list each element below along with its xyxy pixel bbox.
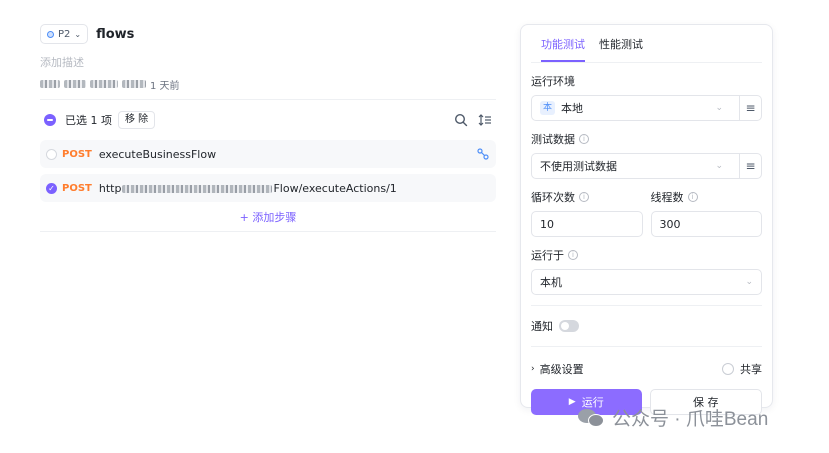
- menu-icon[interactable]: ≡: [739, 153, 761, 179]
- env-row: 本 本地 ⌄ ≡: [531, 95, 762, 121]
- runat-label: 运行于 i: [531, 247, 762, 263]
- step-url-suffix: Flow/executeActions/1: [273, 181, 397, 195]
- search-icon[interactable]: [454, 113, 468, 127]
- priority-dot-icon: [47, 30, 54, 38]
- updated-time: 1 天前: [150, 80, 180, 92]
- info-icon: i: [568, 250, 578, 260]
- play-icon: ▶: [568, 397, 576, 407]
- testdata-menu-wrapper: ≡: [731, 153, 762, 179]
- link-icon[interactable]: [476, 147, 490, 161]
- runat-label-text: 运行于: [531, 249, 564, 262]
- thread-group: 线程数 i 300: [650, 189, 763, 237]
- divider: [531, 305, 762, 306]
- chevron-down-icon: ⌄: [745, 277, 753, 287]
- loop-label-text: 循环次数: [531, 191, 575, 204]
- priority-select[interactable]: P2 ⌄: [40, 24, 89, 44]
- threads-label-text: 线程数: [650, 191, 684, 204]
- share-option[interactable]: 共享: [722, 361, 762, 377]
- tab-functional-test[interactable]: 功能测试: [541, 36, 585, 62]
- threads-input[interactable]: 300: [650, 211, 762, 237]
- runat-value: 本机: [540, 276, 562, 289]
- testdata-label-text: 测试数据: [531, 133, 575, 146]
- wechat-icon: [578, 407, 606, 429]
- toolbar-actions: [454, 113, 492, 127]
- loop-count-input[interactable]: 10: [531, 211, 643, 237]
- step-checked-icon[interactable]: ✓: [46, 182, 57, 194]
- env-label-text: 运行环境: [531, 75, 575, 88]
- testdata-row: 不使用测试数据 ⌄ ≡: [531, 153, 762, 179]
- blurred-url: [122, 184, 273, 193]
- divider: [531, 346, 762, 347]
- loop-label: 循环次数 i: [531, 189, 643, 205]
- flow-meta: 1 天前: [40, 76, 496, 92]
- selection-count: 已选 1 项: [65, 114, 112, 127]
- description-field[interactable]: 添加描述: [40, 54, 496, 70]
- blurred-text: [122, 80, 146, 88]
- flow-editor: P2 ⌄ flows 添加描述 1 天前 已选 1 项 移 除 POST exe…: [40, 22, 496, 232]
- runat-select[interactable]: 本机 ⌄: [531, 269, 762, 295]
- run-settings-panel: 功能测试 性能测试 运行环境 本 本地 ⌄ ≡ 测试数据 i 不使用测试数据 ⌄…: [520, 24, 773, 415]
- testdata-select[interactable]: 不使用测试数据 ⌄: [531, 153, 731, 179]
- chevron-down-icon: ⌄: [74, 29, 82, 39]
- menu-icon[interactable]: ≡: [739, 95, 761, 121]
- http-method: POST: [62, 148, 92, 160]
- divider: [40, 99, 496, 100]
- threads-label: 线程数 i: [651, 189, 763, 205]
- blurred-text: [90, 80, 118, 88]
- env-badge: 本: [540, 101, 556, 115]
- add-step-button[interactable]: + 添加步骤: [40, 202, 496, 232]
- testdata-label: 测试数据 i: [531, 131, 762, 147]
- step-row[interactable]: ✓ POST http Flow/executeActions/1: [40, 174, 496, 202]
- info-icon: i: [687, 192, 698, 202]
- chevron-down-icon: ⌄: [715, 161, 723, 171]
- deselect-all-checkbox[interactable]: [44, 114, 56, 126]
- step-url-prefix: http: [98, 181, 122, 195]
- panel-tabs: 功能测试 性能测试: [531, 25, 762, 63]
- loop-group: 循环次数 i 10: [531, 189, 643, 237]
- info-icon: i: [579, 134, 589, 144]
- env-menu-wrapper: ≡: [731, 95, 762, 121]
- chevron-right-icon[interactable]: ›: [531, 364, 535, 374]
- notify-toggle[interactable]: [559, 320, 579, 332]
- env-value: 本地: [561, 102, 584, 115]
- env-label: 运行环境: [531, 73, 762, 89]
- share-label: 共享: [740, 363, 762, 376]
- advanced-row: › 高级设置 共享: [531, 361, 762, 377]
- info-icon: i: [579, 192, 589, 202]
- watermark: 公众号 · 爪哇Bean: [578, 404, 768, 431]
- step-checkbox[interactable]: [46, 148, 57, 160]
- priority-value: P2: [58, 28, 71, 40]
- share-radio[interactable]: [722, 363, 734, 375]
- step-name: executeBusinessFlow: [98, 147, 217, 161]
- tab-performance-test[interactable]: 性能测试: [599, 36, 643, 62]
- sort-icon[interactable]: [478, 113, 492, 127]
- chevron-down-icon: ⌄: [715, 103, 723, 113]
- flow-header: P2 ⌄ flows: [40, 22, 496, 46]
- testdata-value: 不使用测试数据: [540, 160, 617, 173]
- notify-row: 通知: [531, 318, 762, 334]
- advanced-settings-toggle[interactable]: 高级设置: [540, 361, 584, 377]
- step-name: http Flow/executeActions/1: [99, 182, 397, 195]
- blurred-avatar: [40, 80, 60, 88]
- remove-button[interactable]: 移 除: [118, 111, 156, 129]
- http-method: POST: [62, 182, 92, 194]
- step-row[interactable]: POST executeBusinessFlow: [40, 140, 496, 168]
- blurred-text: [64, 80, 86, 88]
- watermark-text: 公众号 · 爪哇Bean: [612, 409, 769, 430]
- notify-label: 通知: [531, 320, 553, 333]
- env-select[interactable]: 本 本地 ⌄: [531, 95, 731, 121]
- loop-thread-row: 循环次数 i 10 线程数 i 300: [531, 189, 762, 237]
- selection-toolbar: 已选 1 项 移 除: [40, 106, 496, 134]
- flow-title[interactable]: flows: [96, 27, 134, 42]
